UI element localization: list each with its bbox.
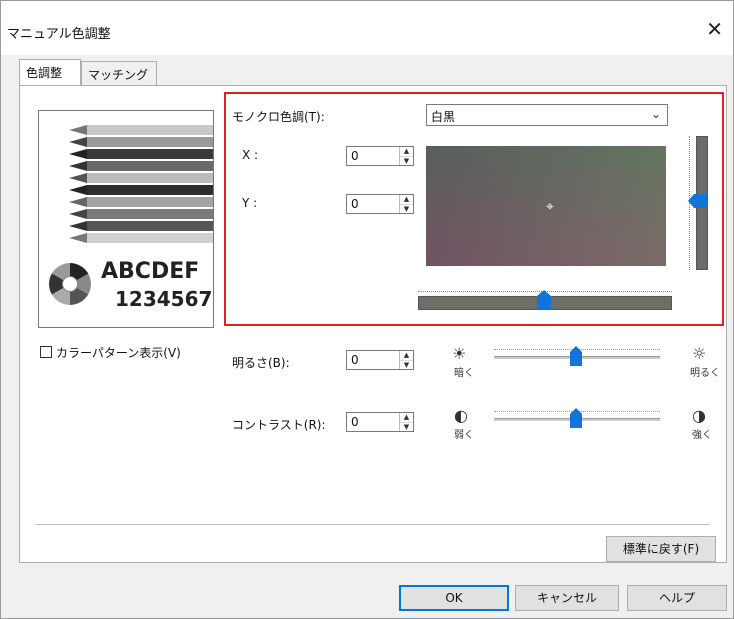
help-button[interactable]: ヘルプ — [627, 585, 727, 611]
brightness-value[interactable]: 0 — [351, 353, 359, 367]
contrast-value[interactable]: 0 — [351, 415, 359, 429]
crosshair-icon[interactable]: ⌖ — [543, 200, 557, 214]
sun-bright-icon: ☼ — [692, 344, 707, 363]
y-slider-ticks — [684, 136, 690, 270]
tab-panel: ABCDEF 1234567 カラーパターン表示(V) モノクロ色調(T): 白… — [19, 85, 727, 563]
x-value[interactable]: 0 — [351, 149, 359, 163]
manual-color-adjust-dialog: マニュアル色調整 ✕ 色調整 マッチング ABCDEF 1234567 カラーパ… — [0, 0, 734, 619]
cancel-button[interactable]: キャンセル — [515, 585, 619, 611]
brightness-low-label: 暗く — [454, 368, 474, 379]
spin-down-icon[interactable]: ▼ — [400, 360, 413, 369]
contrast-low-label: 弱く — [454, 430, 474, 441]
color-pattern-label[interactable]: カラーパターン表示(V) — [56, 344, 181, 361]
y-label: Y : — [242, 196, 258, 210]
color-pattern-checkbox[interactable] — [40, 346, 52, 358]
brightness-label: 明るさ(B): — [232, 356, 290, 370]
spin-up-icon[interactable]: ▲ — [400, 147, 413, 156]
spin-down-icon[interactable]: ▼ — [400, 422, 413, 431]
x-spinbox[interactable]: 0 ▲ ▼ — [346, 146, 414, 166]
spin-up-icon[interactable]: ▲ — [400, 195, 413, 204]
tone-select-value: 白黒 — [431, 110, 456, 124]
reset-defaults-button[interactable]: 標準に戻す(F) — [606, 536, 716, 562]
y-spinbox[interactable]: 0 ▲ ▼ — [346, 194, 414, 214]
contrast-high-icon: ◑ — [692, 406, 706, 425]
close-icon[interactable]: ✕ — [706, 17, 723, 41]
tab-matching[interactable]: マッチング — [81, 61, 157, 85]
spin-down-icon[interactable]: ▼ — [400, 156, 413, 165]
contrast-label: コントラスト(R): — [232, 418, 326, 432]
brightness-high-label: 明るく — [690, 368, 720, 379]
tab-color-adjust[interactable]: 色調整 — [19, 59, 81, 85]
preview-text-digits: 1234567 — [115, 287, 213, 311]
tone-label: モノクロ色調(T): — [232, 110, 325, 124]
spin-up-icon[interactable]: ▲ — [400, 413, 413, 422]
window-title: マニュアル色調整 — [7, 27, 111, 42]
contrast-spinbox[interactable]: 0 ▲ ▼ — [346, 412, 414, 432]
y-value[interactable]: 0 — [351, 197, 359, 211]
brightness-spinbox[interactable]: 0 ▲ ▼ — [346, 350, 414, 370]
contrast-low-icon: ◐ — [454, 406, 468, 425]
color-wheel-icon — [49, 263, 91, 305]
separator — [36, 524, 710, 525]
tone-select[interactable]: 白黒 ⌄ — [426, 104, 668, 126]
tone-color-plane[interactable]: ⌖ — [426, 146, 666, 266]
chevron-down-icon: ⌄ — [650, 107, 661, 121]
spin-up-icon[interactable]: ▲ — [400, 351, 413, 360]
ok-button[interactable]: OK — [399, 585, 509, 611]
x-label: X : — [242, 148, 259, 162]
spin-down-icon[interactable]: ▼ — [400, 204, 413, 213]
preview-image: ABCDEF 1234567 — [38, 110, 214, 328]
contrast-high-label: 強く — [692, 430, 712, 441]
sun-dim-icon: ☀ — [452, 344, 467, 363]
title-bar: マニュアル色調整 ✕ — [1, 1, 733, 55]
preview-text-letters: ABCDEF — [101, 259, 200, 284]
